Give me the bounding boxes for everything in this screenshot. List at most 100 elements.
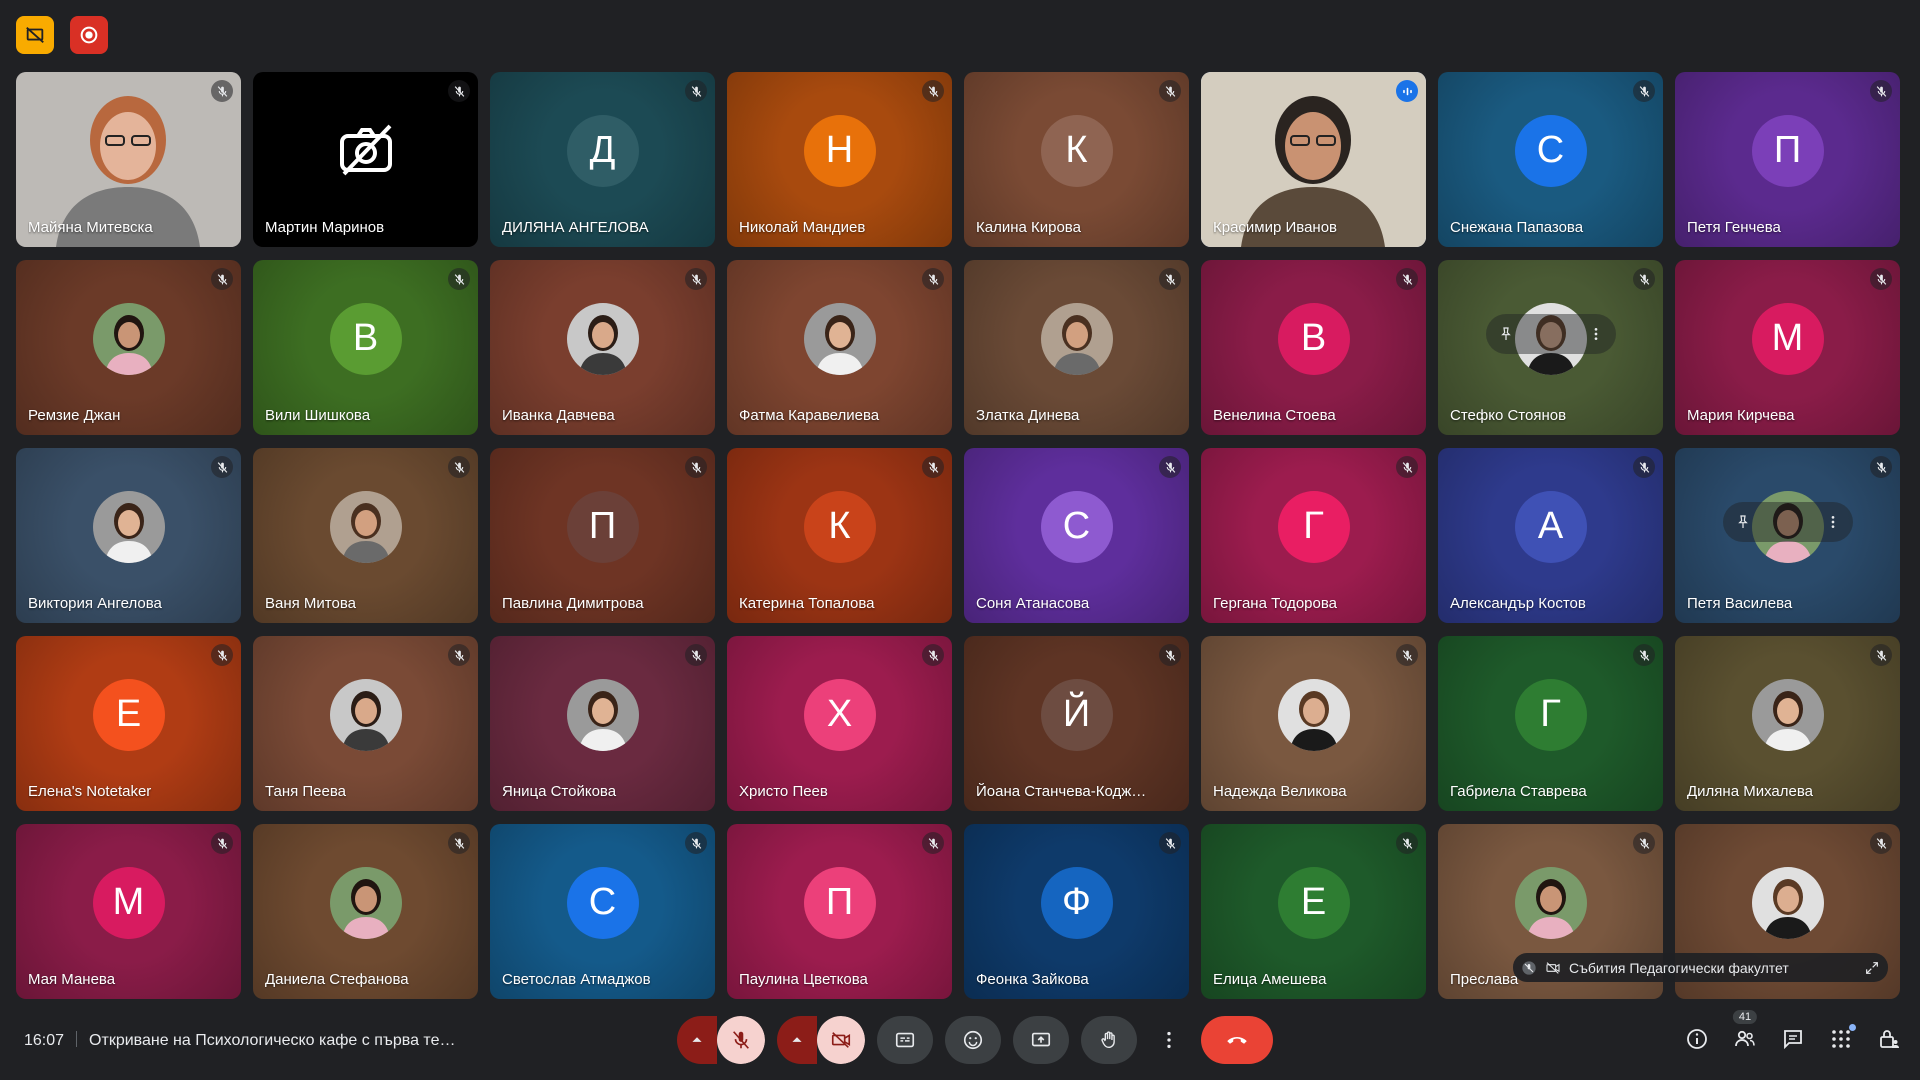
participant-tile[interactable]: С Соня Атанасова (964, 448, 1189, 623)
leave-call-button[interactable] (1201, 1016, 1273, 1064)
participant-tile[interactable]: Петя Василева (1675, 448, 1900, 623)
participant-tile[interactable]: Й Йоана Станчева-Кодж… (964, 636, 1189, 811)
mic-muted-indicator (1633, 832, 1655, 854)
participant-tile[interactable]: Таня Пеева (253, 636, 478, 811)
participant-tile[interactable]: К Катерина Топалова (727, 448, 952, 623)
participant-tile[interactable]: С Снежана Папазова (1438, 72, 1663, 247)
pip-floating-panel[interactable]: Събития Педагогически факултет (1513, 953, 1888, 982)
participant-avatar-photo (1751, 678, 1824, 751)
people-count-badge: 41 (1732, 1010, 1758, 1024)
participant-tile[interactable]: С Светослав Атмаджов (490, 824, 715, 999)
participant-avatar: С (566, 866, 639, 939)
participant-tile[interactable]: Диляна Михалева (1675, 636, 1900, 811)
mic-muted-indicator (685, 456, 707, 478)
present-button[interactable] (1013, 1016, 1069, 1064)
participant-tile[interactable]: Иванка Давчева (490, 260, 715, 435)
participant-tile[interactable]: П Петя Генчева (1675, 72, 1900, 247)
pin-icon[interactable] (1735, 514, 1751, 530)
participant-name: Александър Костов (1450, 595, 1586, 612)
toggle-camera-button[interactable] (817, 1016, 865, 1064)
chat-button[interactable] (1778, 1024, 1808, 1054)
participant-tile[interactable]: Ремзие Джан (16, 260, 241, 435)
participant-tile[interactable]: А Александър Костов (1438, 448, 1663, 623)
mic-muted-indicator (211, 644, 233, 666)
participant-avatar: В (1277, 302, 1350, 375)
mic-off-icon (454, 85, 464, 97)
participant-name: Яница Стойкова (502, 783, 617, 800)
participant-photo (1514, 866, 1587, 939)
participant-tile[interactable]: П Паулина Цветкова (727, 824, 952, 999)
mic-off-icon (691, 837, 701, 849)
participant-name: Снежана Папазова (1450, 219, 1584, 236)
video-options-button[interactable] (777, 1016, 817, 1064)
captions-button[interactable] (877, 1016, 933, 1064)
raise-hand-button[interactable] (1081, 1016, 1137, 1064)
participant-tile[interactable]: Виктория Ангелова (16, 448, 241, 623)
participant-avatar: Е (92, 678, 165, 751)
expand-icon[interactable] (1864, 960, 1880, 976)
participant-tile[interactable]: Стефко Стоянов (1438, 260, 1663, 435)
participant-tile[interactable]: Ваня Митова (253, 448, 478, 623)
audio-options-button[interactable] (677, 1016, 717, 1064)
more-options-button[interactable] (1149, 1016, 1189, 1064)
host-controls-button[interactable] (1874, 1024, 1904, 1054)
mic-control-group (677, 1016, 765, 1064)
participant-tile[interactable]: В Вили Шишкова (253, 260, 478, 435)
participant-tile[interactable]: Мартин Маринов (253, 72, 478, 247)
companion-mode-indicator[interactable] (16, 16, 54, 54)
mic-muted-indicator (448, 456, 470, 478)
participant-avatar: М (1751, 302, 1824, 375)
participant-tile[interactable]: Даниела Стефанова (253, 824, 478, 999)
mic-off-icon (217, 837, 227, 849)
participant-tile[interactable]: Фатма Каравелиева (727, 260, 952, 435)
participant-tile[interactable]: Надежда Великова (1201, 636, 1426, 811)
participant-photo (1277, 678, 1350, 751)
participant-tile[interactable]: Н Николай Мандиев (727, 72, 952, 247)
people-button[interactable]: 41 (1730, 1010, 1760, 1054)
participant-tile[interactable]: Е Елена's Notetaker (16, 636, 241, 811)
participant-avatar-photo (92, 490, 165, 563)
mic-off-icon (1876, 85, 1886, 97)
recording-indicator[interactable] (70, 16, 108, 54)
pin-icon[interactable] (1498, 326, 1514, 342)
participant-name: Петя Генчева (1687, 219, 1781, 236)
more-vert-icon[interactable] (1588, 326, 1604, 342)
participant-tile[interactable]: Д ДИЛЯНА АНГЕЛОВА (490, 72, 715, 247)
participant-tile[interactable]: В Венелина Стоева (1201, 260, 1426, 435)
participant-tile[interactable]: М Мария Кирчева (1675, 260, 1900, 435)
participant-tile[interactable]: Е Елица Амешева (1201, 824, 1426, 999)
participant-name: Стефко Стоянов (1450, 407, 1567, 424)
participant-tile[interactable]: Г Гергана Тодорова (1201, 448, 1426, 623)
participant-name: Йоана Станчева-Кодж… (976, 783, 1147, 800)
participant-avatar-photo (1277, 678, 1350, 751)
participant-tile[interactable]: М Мая Манева (16, 824, 241, 999)
participant-name: Павлина Димитрова (502, 595, 644, 612)
mic-muted-indicator (1633, 268, 1655, 290)
mic-off-icon (1639, 85, 1649, 97)
mic-muted-indicator (211, 268, 233, 290)
participant-tile[interactable]: Ф Феонка Зайкова (964, 824, 1189, 999)
people-icon (1735, 1030, 1755, 1047)
participant-tile[interactable]: Красимир Иванов (1201, 72, 1426, 247)
participant-tile[interactable]: Майяна Митевска (16, 72, 241, 247)
meeting-details-button[interactable] (1682, 1024, 1712, 1054)
apps-grid-icon (1832, 1030, 1850, 1048)
participant-tile[interactable]: Х Христо Пеев (727, 636, 952, 811)
mic-muted-indicator (922, 832, 944, 854)
reactions-button[interactable] (945, 1016, 1001, 1064)
participant-tile[interactable]: Яница Стойкова (490, 636, 715, 811)
activities-button[interactable] (1826, 1024, 1856, 1054)
participant-avatar: А (1514, 490, 1587, 563)
toggle-mic-button[interactable] (717, 1016, 765, 1064)
participant-name: Венелина Стоева (1213, 407, 1336, 424)
participant-tile[interactable]: П Павлина Димитрова (490, 448, 715, 623)
participant-tile[interactable]: Г Габриела Ставрева (1438, 636, 1663, 811)
more-vert-icon[interactable] (1825, 514, 1841, 530)
mic-muted-indicator (922, 644, 944, 666)
participant-tile[interactable]: К Калина Кирова (964, 72, 1189, 247)
participant-name: Надежда Великова (1213, 783, 1347, 800)
participant-tile[interactable]: Златка Динева (964, 260, 1189, 435)
participant-name: Красимир Иванов (1213, 219, 1338, 236)
participant-avatar: С (1040, 490, 1113, 563)
speaking-indicator (1396, 80, 1418, 102)
